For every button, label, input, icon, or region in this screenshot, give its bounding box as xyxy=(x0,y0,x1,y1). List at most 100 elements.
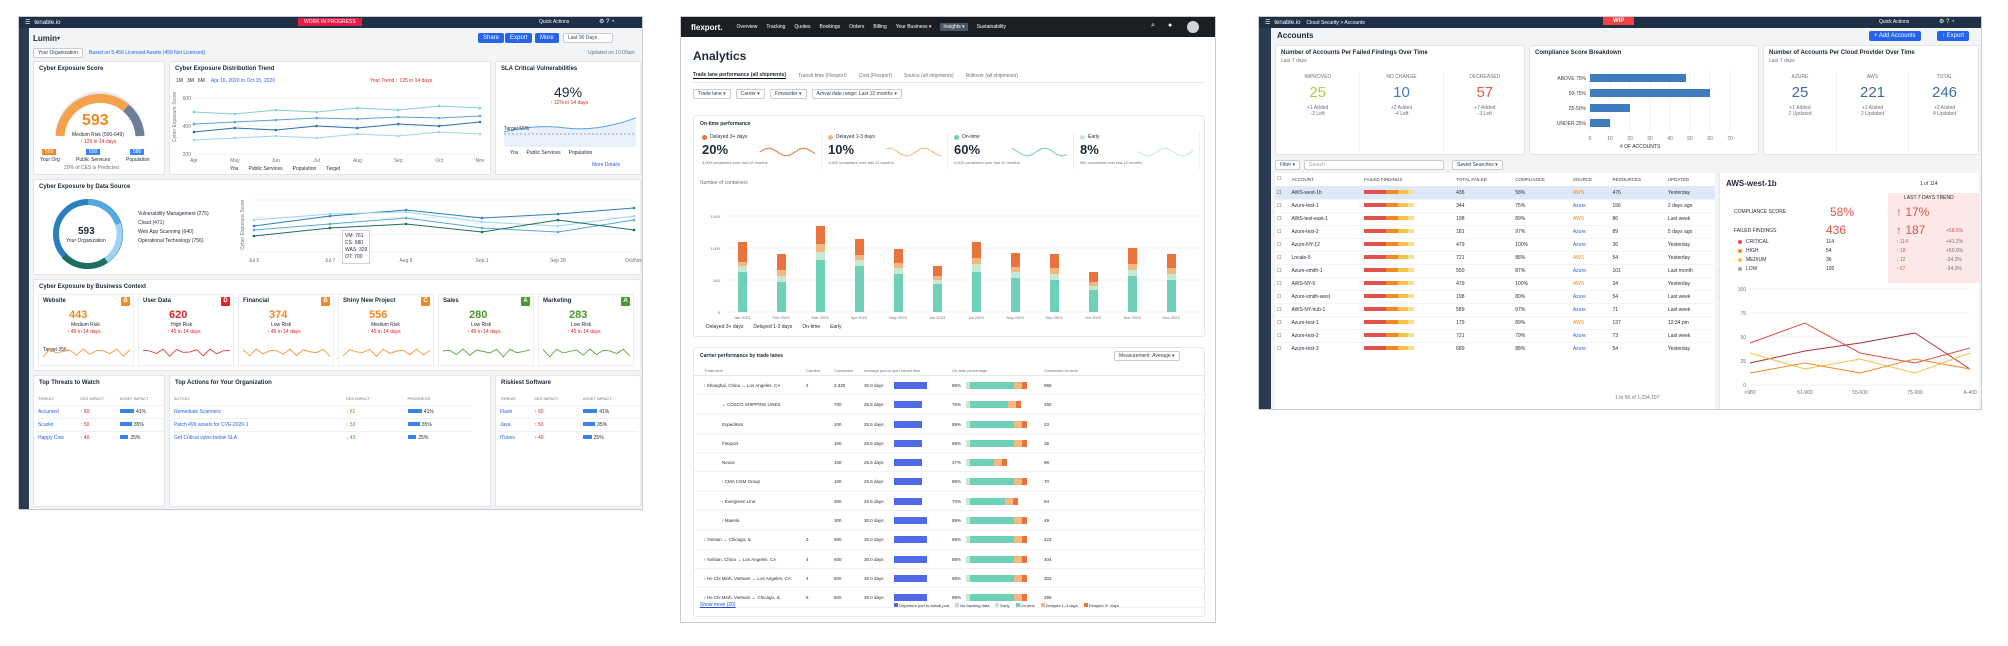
account-name[interactable]: Azure-test-2 xyxy=(1289,225,1362,238)
row-checkbox[interactable]: ☐ xyxy=(1275,316,1289,329)
menu-icon[interactable]: ☰ xyxy=(25,19,30,26)
table-row[interactable]: › Evergreen Line 300 25.5 days 70% 64 xyxy=(694,492,1206,512)
table-row[interactable]: ☐ AWS-NY-hub-1 589 97% Azure 71 Last week xyxy=(1275,303,1715,316)
table-row[interactable]: Flash ↑ 60 41% xyxy=(498,405,638,418)
table-row[interactable]: ☐ Azure-smith-1 550 87% Azure 101 Last month xyxy=(1275,264,1715,277)
table-row[interactable]: Accumed ↑ 60 41% xyxy=(36,405,164,418)
tab[interactable]: Rollover (all shipments) xyxy=(966,73,1018,79)
avatar[interactable] xyxy=(1187,21,1199,33)
table-row[interactable]: ☐ AWS-test-east-1 198 89% AWS 86 Last week xyxy=(1275,212,1715,225)
biz-context-card[interactable]: Sales A 280 Low Risk ↑ 45 in 14 days xyxy=(438,294,534,366)
account-name[interactable]: AWS-NY-5 xyxy=(1289,277,1362,290)
table-row[interactable]: ☐ Azure-test-2 721 79% Azure 73 Last week xyxy=(1275,329,1715,342)
menu-icon[interactable]: ☰ xyxy=(1265,19,1270,26)
select-all-checkbox[interactable]: ☐ xyxy=(1275,173,1289,186)
row-name[interactable]: Remediate Scanners xyxy=(172,405,344,418)
biz-context-card[interactable]: Financial B 374 Low Risk ↑ 45 in 14 days xyxy=(238,294,334,366)
row-name[interactable]: Java xyxy=(498,418,532,431)
table-row[interactable]: Patch 499 assets for CVE-2020-1 ↓ 53 35% xyxy=(172,418,472,431)
row-checkbox[interactable]: ☐ xyxy=(1275,290,1289,303)
table-row[interactable]: Java ↑ 50 35% xyxy=(498,418,638,431)
based-on-link[interactable]: Based on 5,456 Licensed Assets (459 Not … xyxy=(89,50,205,56)
table-row[interactable]: ☐ AWS-NY-5 479 100% AWS 34 Yesterday xyxy=(1275,277,1715,290)
account-name[interactable]: Azure-NY-12 xyxy=(1289,238,1362,251)
range-select[interactable]: Last 90 Days xyxy=(563,33,613,43)
row-name[interactable]: Accumed xyxy=(36,405,78,418)
user-icons[interactable]: ⚙ ? ◔ xyxy=(599,18,615,25)
table-row[interactable]: Remediate Scanners ↓ 61 41% xyxy=(172,405,472,418)
more-button[interactable]: More xyxy=(535,33,559,43)
biz-context-card[interactable]: Marketing A 283 Low Risk ↑ 45 in 14 days xyxy=(538,294,634,366)
pager[interactable]: 1 to 50 of 1,234,197 xyxy=(1615,395,1659,401)
table-row[interactable]: › Yantian, China → Los Angeles, CA 4 600 30… xyxy=(694,550,1206,569)
nav-item[interactable]: Tracking xyxy=(766,24,785,30)
table-row[interactable]: ☐ Azure-test-1 344 75% Azure 156 2 days ago xyxy=(1275,199,1715,212)
row-name[interactable]: Get Critical vulns below SLA xyxy=(172,431,344,444)
biz-context-card[interactable]: Shiny New Project C 556 Medium Risk ↑ 45 in … xyxy=(338,294,434,366)
search-icon[interactable]: ⌕ xyxy=(1151,22,1155,30)
table-row[interactable]: Get Critical vulns below SLA ↓ 43 25% xyxy=(172,431,472,444)
account-name[interactable]: Locale-5 xyxy=(1289,251,1362,264)
row-name[interactable]: iTunes xyxy=(498,431,532,444)
nav-item[interactable]: Bookings xyxy=(820,24,841,30)
biz-context-card[interactable]: User Data D 620 High Risk ↑ 45 in 14 days xyxy=(138,294,234,366)
filter-select[interactable]: Arrival date range: Last 12 months ▾ xyxy=(811,89,902,99)
account-name[interactable]: Azure-test-2 xyxy=(1289,329,1362,342)
table-row[interactable]: ☐ Azure-NY-12 479 100% Azure 36 Yesterday xyxy=(1275,238,1715,251)
quick-actions-button[interactable]: Quick Actions xyxy=(1879,19,1909,25)
table-row[interactable]: ☐ Locale-5 721 88% AWS 54 Yesterday xyxy=(1275,251,1715,264)
row-name[interactable]: Happy Cow xyxy=(36,431,78,444)
table-row[interactable]: ☐ Azure-test-1 179 89% AWS 137 12:34 pm xyxy=(1275,316,1715,329)
row-checkbox[interactable]: ☐ xyxy=(1275,264,1289,277)
filter-select[interactable]: Trade lane ▾ xyxy=(693,89,731,99)
share-button[interactable]: Share xyxy=(478,33,505,43)
tab[interactable]: Source (all shipments) xyxy=(904,73,954,79)
nav-item[interactable]: Overview xyxy=(737,24,758,30)
table-row[interactable]: Scarlet ↑ 50 35% xyxy=(36,418,164,431)
nav-item[interactable]: Billing xyxy=(873,24,886,30)
row-checkbox[interactable]: ☐ xyxy=(1275,251,1289,264)
row-name[interactable]: Scarlet xyxy=(36,418,78,431)
add-accounts-button[interactable]: + Add Accounts xyxy=(1869,31,1921,41)
row-checkbox[interactable]: ☐ xyxy=(1275,186,1289,199)
filter-select[interactable]: Carrier ▾ xyxy=(735,89,765,99)
row-checkbox[interactable]: ☐ xyxy=(1275,277,1289,290)
table-row[interactable]: › Shanghai, China → Los Angeles, CA 4 3,33… xyxy=(694,376,1206,396)
sla-more-link[interactable]: More Details xyxy=(592,162,620,168)
quick-actions-button[interactable]: Quick Actions xyxy=(539,19,569,25)
account-name[interactable]: Azure-smith-1 xyxy=(1289,264,1362,277)
nav-item[interactable]: Orders xyxy=(849,24,864,30)
app-dropdown-icon[interactable]: ▾ xyxy=(57,35,60,42)
account-name[interactable]: Azure-smith-west xyxy=(1289,290,1362,303)
notification-icon[interactable]: ● xyxy=(1168,22,1172,29)
biz-context-card[interactable]: Website B 443 Medium Risk ↑ 45 in 14 days Tar… xyxy=(38,294,134,366)
table-row[interactable]: › CMA CGM Group 100 25.5 days 88% 70 xyxy=(694,472,1206,492)
row-checkbox[interactable]: ☐ xyxy=(1275,199,1289,212)
show-more-link[interactable]: Show more (20) xyxy=(700,602,736,608)
org-select[interactable]: Your Organization xyxy=(33,48,83,58)
user-icons[interactable]: ⚙ ? ◔ xyxy=(1939,18,1955,25)
tab[interactable]: Trade lane performance (all shipments) xyxy=(693,72,787,79)
table-row[interactable]: ⌄ COSCO SHIPPING LINES 700 25.5 days 76% 250 xyxy=(694,395,1206,415)
nav-item[interactable]: Quotes xyxy=(794,24,810,30)
search-input[interactable]: Search xyxy=(1304,160,1445,170)
table-row[interactable]: Nexus 100 25.5 days 47% 98 xyxy=(694,453,1206,473)
row-checkbox[interactable]: ☐ xyxy=(1275,342,1289,355)
nav-item[interactable]: Insights ▾ xyxy=(940,23,968,31)
saved-searches-select[interactable]: Saved Searches ▾ xyxy=(1452,160,1503,170)
table-row[interactable]: ☐ Azure-test-2 181 97% Azure 89 5 days ago xyxy=(1275,225,1715,238)
tab[interactable]: Transit time (Flexport) xyxy=(798,73,847,79)
row-name[interactable]: Flash xyxy=(498,405,532,418)
table-row[interactable]: ☐ Azure-smith-west 198 80% Azure 54 Last week xyxy=(1275,290,1715,303)
table-row[interactable]: iTunes ↑ 40 25% xyxy=(498,431,638,444)
table-row[interactable]: › Yantian → Chicago, IL 3 900 30.0 days 88% 4… xyxy=(694,530,1206,550)
nav-item[interactable]: Sustainability xyxy=(977,24,1006,30)
table-row[interactable]: › Ho Chi Minh, Vietnam → Los Angeles, CA… xyxy=(694,569,1206,589)
account-name[interactable]: AWS-NY-hub-1 xyxy=(1289,303,1362,316)
nav-item[interactable]: Your Business ▾ xyxy=(896,24,932,30)
table-row[interactable]: Expeditors 100 25.5 days 88% 23 xyxy=(694,415,1206,434)
account-name[interactable]: AWS-west-1b xyxy=(1289,186,1362,199)
table-row[interactable]: › Maersk 300 30.0 days 88% 49 xyxy=(694,511,1206,531)
table-row[interactable]: ☐ Azure-test-3 689 88% Azure 54 Yesterday xyxy=(1275,342,1715,355)
account-name[interactable]: AWS-test-east-1 xyxy=(1289,212,1362,225)
